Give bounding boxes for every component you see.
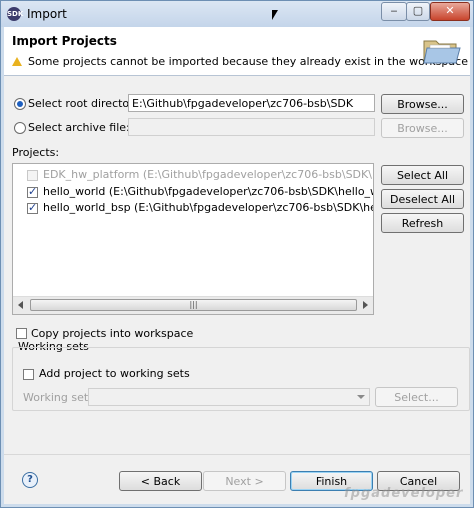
project-checkbox[interactable] [27, 170, 38, 181]
project-label: hello_world (E:\Github\fpgadeveloper\zc7… [43, 185, 374, 198]
window-title: Import [27, 7, 67, 21]
scrollbar-thumb[interactable]: ||| [30, 299, 357, 311]
archive-file-radio[interactable] [14, 122, 26, 134]
projects-list[interactable]: EDK_hw_platform (E:\Github\fpgadeveloper… [12, 163, 374, 315]
mouse-cursor-icon [272, 10, 278, 20]
working-sets-label: Working sets: [23, 391, 98, 404]
select-all-button[interactable]: Select All [381, 165, 464, 185]
refresh-button[interactable]: Refresh [381, 213, 464, 233]
project-label: EDK_hw_platform (E:\Github\fpgadeveloper… [43, 168, 373, 181]
project-checkbox[interactable] [27, 185, 38, 198]
close-button[interactable]: ✕ [430, 2, 470, 21]
browse-archive-button[interactable]: Browse... [381, 118, 464, 138]
warning-message: Some projects cannot be imported because… [12, 55, 468, 68]
eclipse-app-icon: SDK [7, 7, 23, 21]
root-directory-radio[interactable] [14, 98, 26, 110]
back-button[interactable]: < Back [119, 471, 202, 491]
deselect-all-button[interactable]: Deselect All [381, 189, 464, 209]
warning-text: Some projects cannot be imported because… [28, 55, 468, 68]
minimize-button[interactable]: ‒ [381, 2, 407, 21]
maximize-button[interactable]: ▢ [406, 2, 430, 21]
import-dialog: SDK Import ‒ ▢ ✕ Import Projects Some pr… [0, 0, 474, 508]
archive-file-label: Select archive file: [28, 121, 130, 134]
select-working-sets-button[interactable]: Select... [375, 387, 458, 407]
folder-icon [423, 40, 461, 64]
help-icon[interactable]: ? [22, 472, 38, 488]
wizard-header: Import Projects Some projects cannot be … [4, 27, 470, 76]
working-sets-group: Add project to working sets Working sets… [12, 347, 470, 411]
working-sets-combo[interactable] [88, 388, 370, 406]
browse-root-button[interactable]: Browse... [381, 94, 464, 114]
project-checkbox[interactable] [27, 201, 38, 214]
add-to-working-sets-label: Add project to working sets [39, 367, 190, 380]
copy-projects-checkbox[interactable] [16, 328, 27, 339]
footer-separator [4, 454, 470, 455]
next-button[interactable]: Next > [203, 471, 286, 491]
scroll-right-icon[interactable] [363, 301, 368, 309]
projects-label: Projects: [12, 146, 60, 159]
warning-icon [12, 57, 22, 66]
root-directory-input[interactable]: E:\Github\fpgadeveloper\zc706-bsb\SDK [128, 94, 375, 112]
page-title: Import Projects [12, 34, 117, 48]
root-directory-label: Select root directory: [28, 97, 144, 110]
add-to-working-sets-checkbox[interactable] [23, 369, 34, 380]
project-label: hello_world_bsp (E:\Github\fpgadeveloper… [43, 201, 374, 214]
chevron-down-icon [357, 395, 365, 399]
copy-projects-label: Copy projects into workspace [31, 327, 194, 340]
title-bar[interactable]: SDK Import ‒ ▢ ✕ [1, 1, 473, 27]
scroll-left-icon[interactable] [18, 301, 23, 309]
archive-file-input[interactable] [128, 118, 375, 136]
wizard-body: Select root directory: E:\Github\fpgadev… [4, 76, 470, 504]
horizontal-scrollbar[interactable]: ||| [13, 296, 373, 314]
watermark: fpgadeveloper [344, 486, 464, 501]
